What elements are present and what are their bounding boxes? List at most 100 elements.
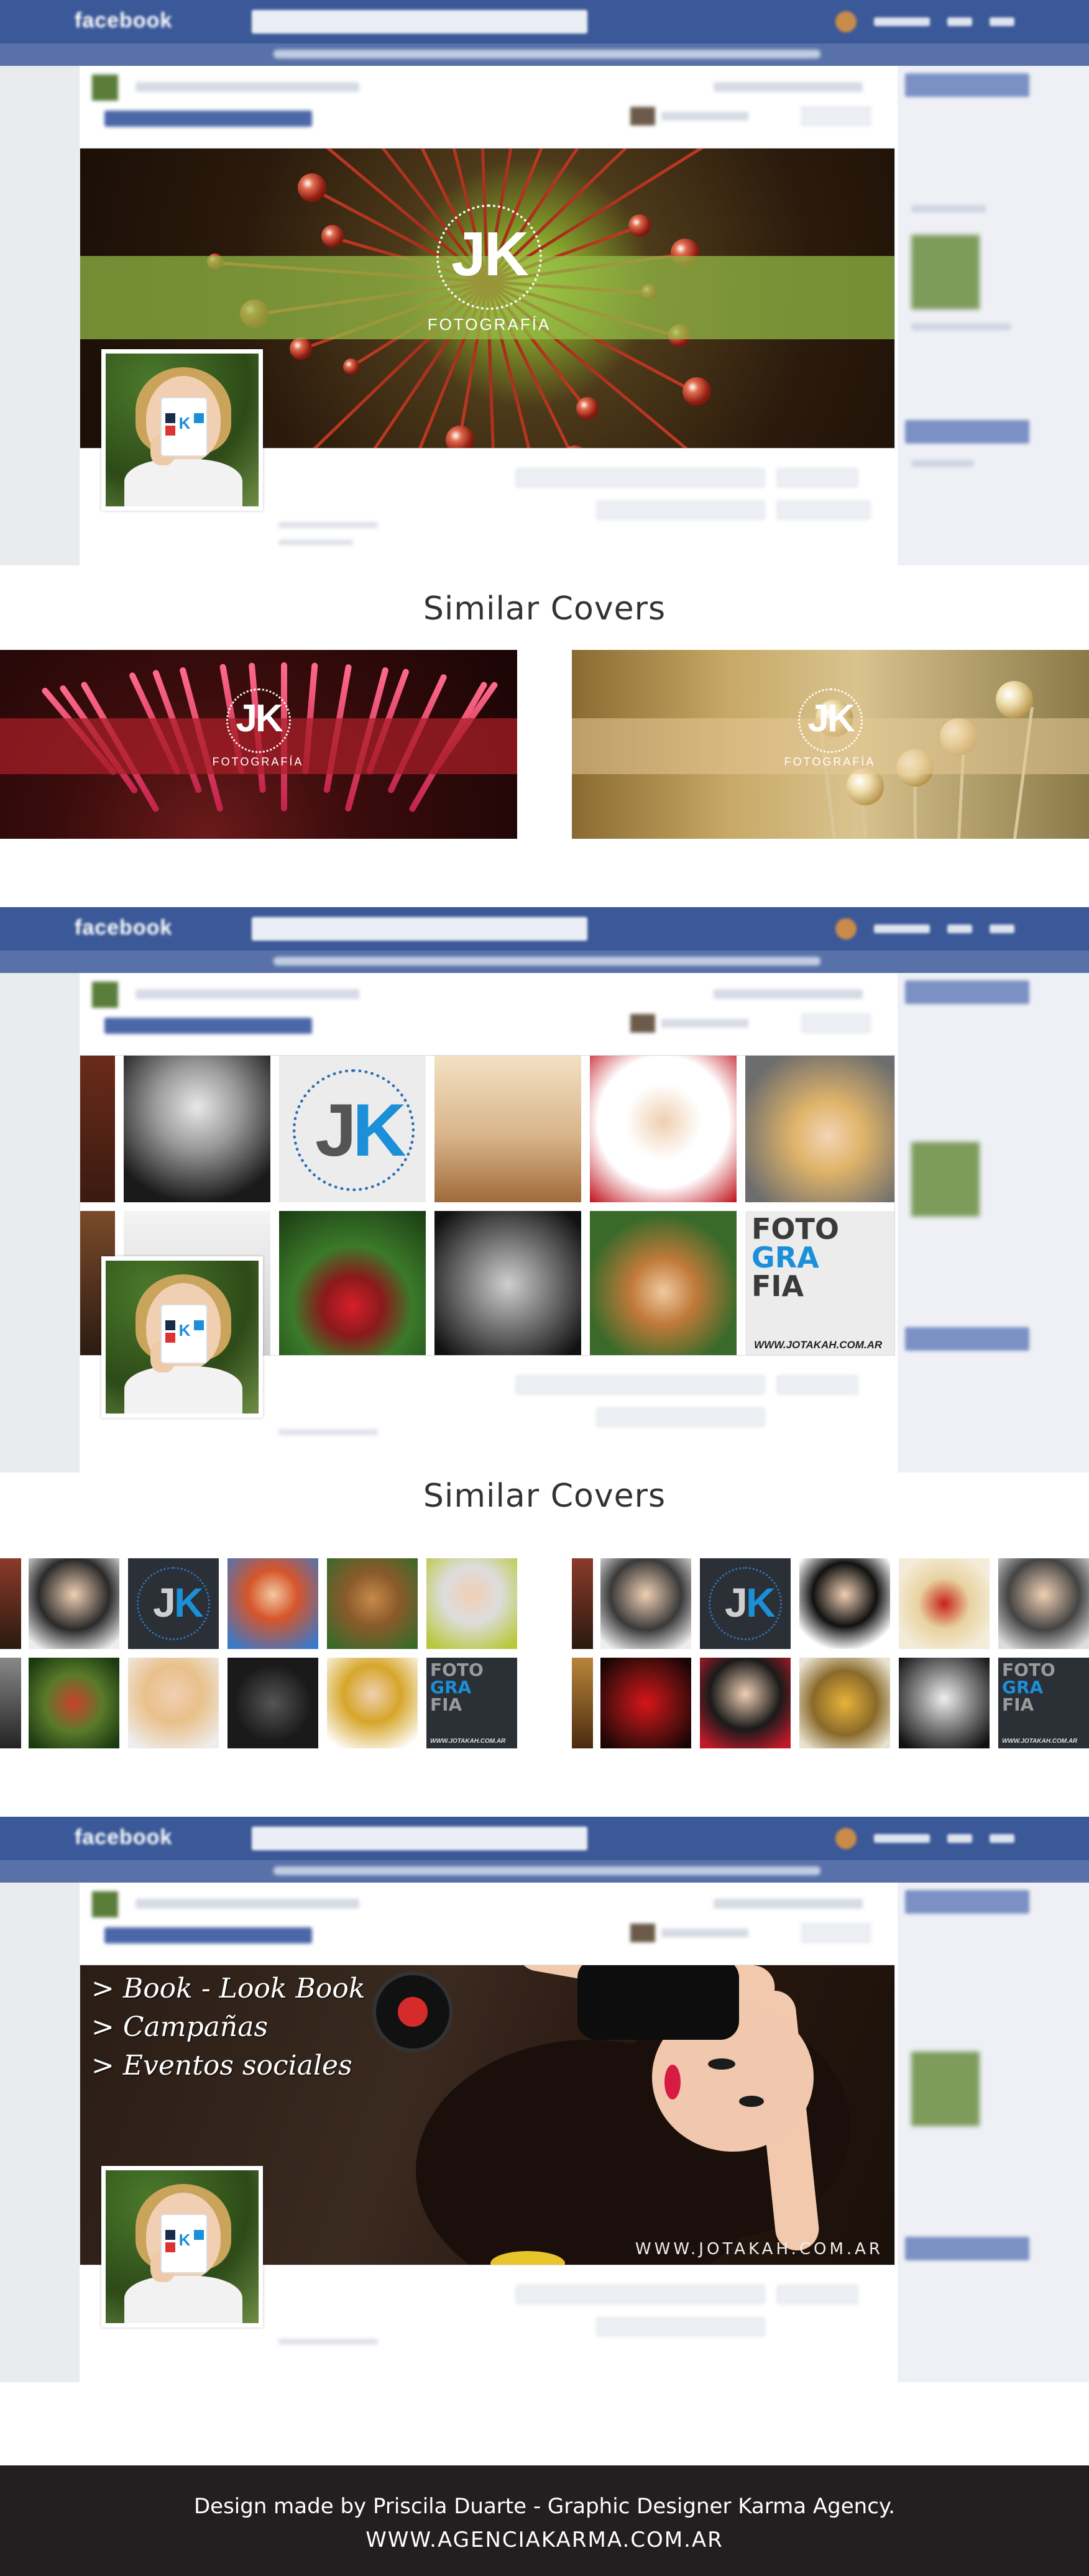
photo-tile xyxy=(590,1056,737,1202)
footer-url[interactable]: WWW.AGENCIAKARMA.COM.AR xyxy=(0,2528,1089,2552)
fb-action-button[interactable] xyxy=(777,1376,858,1394)
foto-tile: FOTO GRA FIA WWW.JOTAKAH.COM.AR xyxy=(745,1211,894,1355)
logo-jk: JK xyxy=(236,697,283,740)
fb-action-button[interactable] xyxy=(516,2285,765,2304)
fb-side-button[interactable] xyxy=(905,1327,1029,1351)
photo-tile xyxy=(0,1558,21,1649)
fb-side-button[interactable] xyxy=(905,1890,1029,1914)
fb-sidebar xyxy=(898,1883,1089,2382)
profile-picture[interactable]: K xyxy=(101,349,263,511)
foto-line-2: GRA xyxy=(751,1241,819,1274)
fb-page-name xyxy=(278,467,397,508)
fb-action-button[interactable] xyxy=(516,468,765,487)
fb-mini-button[interactable] xyxy=(802,1924,870,1942)
photo-tile xyxy=(434,1056,581,1202)
fb-search-input[interactable] xyxy=(252,1827,587,1850)
photo-tile xyxy=(29,1558,119,1649)
dew-drop xyxy=(342,358,359,375)
fb-side-button[interactable] xyxy=(905,2237,1029,2260)
fb-info-line xyxy=(278,2339,378,2345)
dew-drop xyxy=(445,426,474,448)
foto-url[interactable]: WWW.JOTAKAH.COM.AR xyxy=(754,1339,882,1351)
profile-picture[interactable]: K xyxy=(101,1256,263,1418)
photo-tile xyxy=(227,1658,318,1748)
fb-side-photo xyxy=(911,1142,980,1217)
fb-sidebar xyxy=(898,66,1089,565)
foto-line-1: FOTO xyxy=(751,1212,840,1246)
fb-side-photo xyxy=(911,2052,980,2126)
footer-credit: Design made by Priscila Duarte - Graphic… xyxy=(193,2494,895,2519)
fb-page-header xyxy=(92,73,888,103)
photo-tile xyxy=(899,1658,990,1748)
fb-page-header xyxy=(92,1890,888,1920)
logo-tile: JK xyxy=(128,1558,219,1649)
profile-picture[interactable]: K xyxy=(101,2166,263,2327)
similar-cover-grid-right: J K FOTO GRA FIA WWW.JOTAKAH.COM.AR xyxy=(572,1558,1089,1748)
similar-cover-grid-left: J K FOTO GRA FIA WWW.JOTAKAH.COM.AR xyxy=(0,1558,517,1748)
photo-tile xyxy=(80,1056,115,1202)
facebook-mockup-2: facebook J K FOTO GRA FIA WWW.JOTAKAH.CO… xyxy=(0,907,1089,1473)
fb-notice-text xyxy=(273,957,820,966)
fb-side-photo xyxy=(911,235,980,309)
fb-action-button[interactable] xyxy=(516,1376,765,1394)
fb-mini-text xyxy=(661,1019,748,1028)
fb-info-line xyxy=(278,522,378,528)
fb-side-button[interactable] xyxy=(905,420,1029,444)
logo-sub: FOTOGRAFÍA xyxy=(427,315,551,334)
fb-logo[interactable]: facebook xyxy=(75,9,172,33)
logo-sub: FOTOGRAFÍA xyxy=(784,756,876,768)
top-shape xyxy=(577,1965,739,2040)
fb-top-right xyxy=(835,11,1014,32)
photo-tile xyxy=(124,1056,270,1202)
fb-action-button[interactable] xyxy=(777,2285,858,2304)
photo-tile xyxy=(745,1056,894,1202)
similar-cover-gold: JK FOTOGRAFÍA xyxy=(572,650,1089,839)
fb-sidebar xyxy=(898,973,1089,1473)
fb-side-text xyxy=(911,323,1011,331)
facebook-mockup-1: facebook JK FOTOGRAFÍA K xyxy=(0,0,1089,565)
dew-drop xyxy=(576,396,599,419)
fb-side-button[interactable] xyxy=(905,73,1029,97)
photo-tile xyxy=(0,1658,21,1748)
fb-mini-button[interactable] xyxy=(802,107,870,126)
fb-notice-text xyxy=(273,1866,820,1875)
fb-blue-bar xyxy=(104,1927,312,1943)
similar-covers-heading: Similar Covers xyxy=(423,1478,666,1515)
fb-side-text xyxy=(911,205,986,212)
fb-top-right xyxy=(835,1828,1014,1849)
logo-sub: FOTOGRAFÍA xyxy=(212,756,304,768)
fb-action-button[interactable] xyxy=(597,1408,765,1427)
photo-tile xyxy=(327,1658,418,1748)
foto-line-3: FIA xyxy=(751,1269,804,1303)
fb-search-input[interactable] xyxy=(252,917,587,941)
lips-shape xyxy=(664,2065,681,2099)
photo-tile xyxy=(227,1558,318,1649)
logo-jk: JK xyxy=(807,697,855,740)
fb-side-button[interactable] xyxy=(905,980,1029,1004)
photo-tile xyxy=(572,1658,593,1748)
dew-drop xyxy=(996,681,1033,718)
book-url[interactable]: WWW.JOTAKAH.COM.AR xyxy=(635,2240,883,2259)
book-line-3: > Eventos sociales xyxy=(91,2050,352,2081)
fb-logo[interactable]: facebook xyxy=(75,1825,172,1850)
fb-search-input[interactable] xyxy=(252,10,587,34)
fb-action-button[interactable] xyxy=(777,468,858,487)
fb-notice-text xyxy=(273,50,820,58)
fb-mini-text xyxy=(661,112,748,121)
photo-tile xyxy=(279,1211,426,1355)
fb-action-button[interactable] xyxy=(777,501,870,519)
fb-mini-button[interactable] xyxy=(802,1014,870,1033)
fb-logo[interactable]: facebook xyxy=(75,916,172,940)
dew-drop xyxy=(298,173,327,202)
photo-tile xyxy=(998,1558,1089,1649)
facebook-mockup-3: facebook > Book - Look Book > Campañas >… xyxy=(0,1817,1089,2382)
dew-drop xyxy=(403,148,432,150)
fb-mini-text xyxy=(661,1929,748,1937)
foto-tile: FOTO GRA FIA WWW.JOTAKAH.COM.AR xyxy=(426,1658,517,1748)
photo-tile xyxy=(434,1211,581,1355)
fb-action-button[interactable] xyxy=(597,501,765,519)
photo-tile xyxy=(899,1558,990,1649)
fb-side-text xyxy=(911,460,973,467)
logo-tile: J K xyxy=(279,1056,426,1202)
fb-action-button[interactable] xyxy=(597,2318,765,2336)
